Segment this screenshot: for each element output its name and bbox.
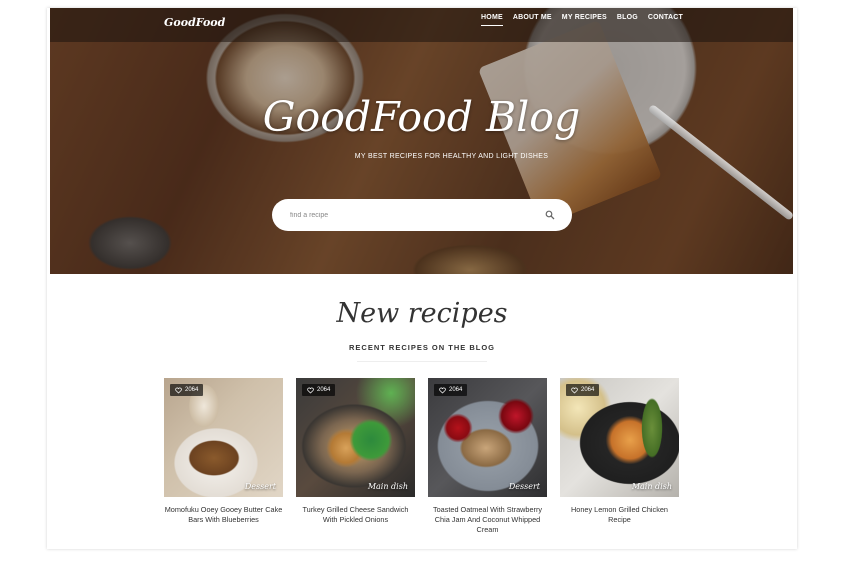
hero-banner: GoodFood HOME ABOUT ME MY RECIPES BLOG C… [50,8,793,274]
heart-icon [439,387,446,394]
recipe-category: Dessert [244,482,276,491]
page-frame: GoodFood HOME ABOUT ME MY RECIPES BLOG C… [47,8,797,549]
like-badge[interactable]: 2064 [302,384,336,396]
recipe-image[interactable]: 2064 Dessert [428,378,547,497]
recipe-title[interactable]: Honey Lemon Grilled Chicken Recipe [560,505,679,525]
recipe-card[interactable]: 2064 Dessert Toasted Oatmeal With Strawb… [428,378,547,535]
site-logo[interactable]: GoodFood [164,16,225,29]
recipe-image[interactable]: 2064 Dessert [164,378,283,497]
recipe-category: Dessert [508,482,540,491]
like-count: 2064 [581,387,595,393]
section-subtitle: RECENT RECIPES ON THE BLOG [348,343,495,352]
like-count: 2064 [449,387,463,393]
main-nav: HOME ABOUT ME MY RECIPES BLOG CONTACT [481,14,683,26]
top-navbar: GoodFood HOME ABOUT ME MY RECIPES BLOG C… [50,8,793,42]
recipe-card[interactable]: 2064 Dessert Momofuku Ooey Gooey Butter … [164,378,283,525]
like-badge[interactable]: 2064 [434,384,468,396]
section-title: New recipes [336,298,508,329]
section-divider [357,361,487,362]
recipe-grid: 2064 Dessert Momofuku Ooey Gooey Butter … [164,378,684,548]
hero-title: GoodFood Blog [262,93,581,141]
recipe-category: Main dish [367,482,408,491]
search-input[interactable] [290,208,530,222]
recipe-image[interactable]: 2064 Main dish [560,378,679,497]
like-count: 2064 [185,387,199,393]
nav-about-me[interactable]: ABOUT ME [513,14,552,26]
recipe-image[interactable]: 2064 Main dish [296,378,415,497]
search-bar [272,199,572,231]
recipe-card[interactable]: 2064 Main dish Turkey Grilled Cheese San… [296,378,415,525]
recipe-category: Main dish [631,482,672,491]
nav-home[interactable]: HOME [481,14,503,26]
nav-blog[interactable]: BLOG [617,14,638,26]
heart-icon [571,387,578,394]
recipe-card[interactable]: 2064 Main dish Honey Lemon Grilled Chick… [560,378,679,525]
nav-contact[interactable]: CONTACT [648,14,683,26]
heart-icon [175,387,182,394]
like-badge[interactable]: 2064 [566,384,600,396]
recipe-title[interactable]: Toasted Oatmeal With Strawberry Chia Jam… [428,505,547,535]
hero-subtitle: MY BEST RECIPES FOR HEALTHY AND LIGHT DI… [354,153,549,160]
recipe-title[interactable]: Turkey Grilled Cheese Sandwich With Pick… [296,505,415,525]
search-icon[interactable] [545,210,555,220]
like-badge[interactable]: 2064 [170,384,204,396]
like-count: 2064 [317,387,331,393]
heart-icon [307,387,314,394]
recipe-title[interactable]: Momofuku Ooey Gooey Butter Cake Bars Wit… [164,505,283,525]
nav-my-recipes[interactable]: MY RECIPES [562,14,607,26]
